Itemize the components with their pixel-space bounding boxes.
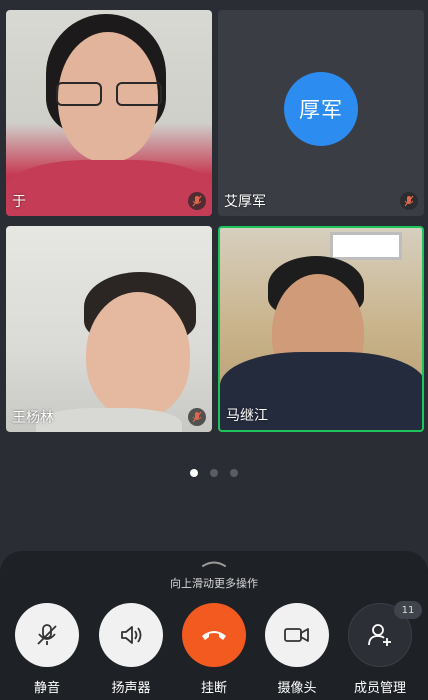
- camera-button[interactable]: 摄像头: [263, 603, 331, 696]
- page-dot[interactable]: [230, 469, 238, 477]
- avatar: 厚军: [284, 72, 358, 146]
- mute-button[interactable]: 静音: [13, 603, 81, 696]
- mic-muted-icon: [188, 192, 206, 210]
- drag-handle-icon[interactable]: [202, 558, 226, 568]
- participant-body: [36, 408, 182, 432]
- camera-icon[interactable]: [265, 603, 329, 667]
- participant-name: 艾厚军: [224, 194, 266, 210]
- participant-tile-1[interactable]: 于: [6, 10, 212, 216]
- participant-face: [86, 292, 190, 418]
- member-management-label: 成员管理: [353, 681, 406, 696]
- ceiling-light: [330, 232, 402, 260]
- speaker-icon[interactable]: [99, 603, 163, 667]
- video-grid: 于 厚军 艾厚军 王杨林 马继江: [6, 10, 424, 434]
- participant-name: 王杨林: [12, 410, 54, 426]
- mute-label: 静音: [33, 681, 60, 696]
- participant-name: 马继江: [226, 408, 268, 424]
- page-dot[interactable]: [210, 469, 218, 477]
- speaker-button[interactable]: 扬声器: [97, 603, 165, 696]
- participant-body: [6, 160, 212, 216]
- participant-name: 于: [12, 194, 26, 210]
- page-indicator: [0, 469, 428, 477]
- hangup-button[interactable]: 挂断: [180, 603, 248, 696]
- camera-label: 摄像头: [277, 681, 317, 696]
- participant-tile-3[interactable]: 王杨林: [6, 226, 212, 432]
- hangup-label: 挂断: [200, 681, 227, 696]
- control-panel: 向上滑动更多操作 静音 扬声器 挂断 摄像头 11 成员管理: [0, 551, 428, 700]
- mic-off-icon[interactable]: [15, 603, 79, 667]
- participant-tile-2[interactable]: 厚军 艾厚军: [218, 10, 424, 216]
- swipe-hint: 向上滑动更多操作: [170, 577, 258, 590]
- hangup-icon[interactable]: [182, 603, 246, 667]
- member-management-button[interactable]: 11 成员管理: [346, 601, 422, 696]
- mic-muted-icon: [188, 408, 206, 426]
- participant-tile-4[interactable]: 马继江: [218, 226, 424, 432]
- mic-muted-icon: [400, 192, 418, 210]
- page-dot-active[interactable]: [190, 469, 198, 477]
- speaker-label: 扬声器: [111, 681, 151, 696]
- glasses: [56, 82, 162, 108]
- member-count-badge: 11: [394, 601, 422, 619]
